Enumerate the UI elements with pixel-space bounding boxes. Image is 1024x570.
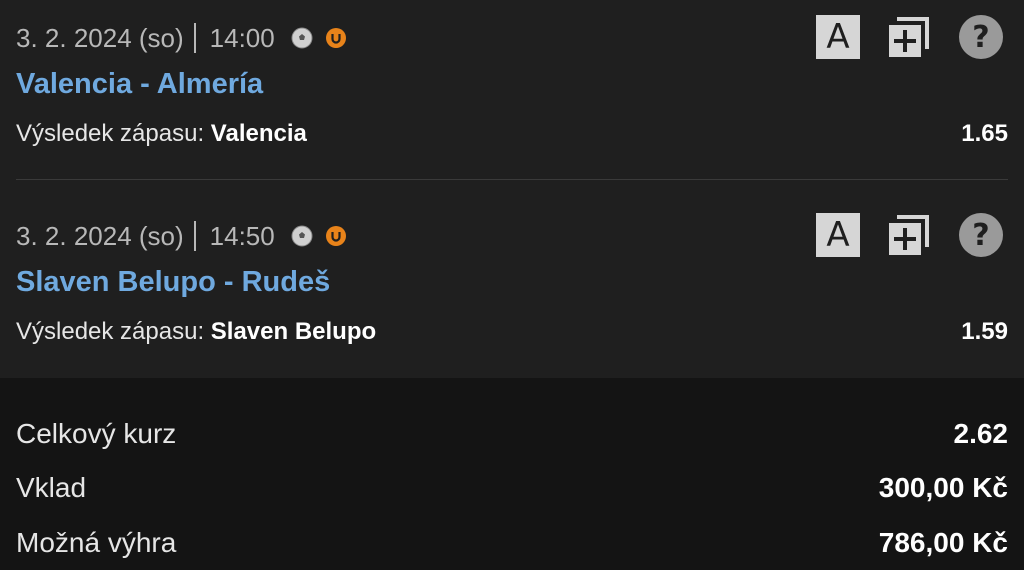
possible-win-label: Možná výhra xyxy=(16,527,177,558)
bet-date: 3. 2. 2024 (so) xyxy=(16,22,184,53)
soccer-ball-icon xyxy=(291,27,313,49)
bet-meta: 3. 2. 2024 (so) 14:00 xyxy=(16,20,347,56)
market-pick: Valencia xyxy=(210,120,307,147)
meta-separator xyxy=(193,23,196,53)
stake-label: Vklad xyxy=(16,472,87,503)
meta-separator xyxy=(193,221,196,251)
bet-odd: 1.59 xyxy=(961,318,1008,345)
soccer-ball-icon xyxy=(291,225,313,247)
add-copy-button[interactable] xyxy=(886,212,932,258)
help-icon: ? xyxy=(959,15,1003,59)
add-copy-icon xyxy=(889,17,929,57)
help-button[interactable]: ? xyxy=(958,212,1004,258)
live-badge-icon xyxy=(325,28,346,48)
market-line: Výsledek zápasu: Slaven Belupo xyxy=(16,318,376,346)
market-label: Výsledek zápasu: xyxy=(16,318,205,345)
slip-summary: Celkový kurz 2.62 Vklad 300,00 Kč Možná … xyxy=(0,378,1024,570)
add-copy-icon xyxy=(889,215,929,255)
market-pick: Slaven Belupo xyxy=(210,318,377,345)
stake-value: 300,00 Kč xyxy=(878,472,1008,503)
live-badge-icon xyxy=(325,226,346,246)
match-link[interactable]: Slaven Belupo - Rudeš xyxy=(16,266,330,299)
add-copy-button[interactable] xyxy=(886,14,932,60)
bet-time: 14:00 xyxy=(209,22,275,53)
letter-a-button[interactable]: A xyxy=(816,15,860,59)
possible-win-value: 786,00 Kč xyxy=(878,527,1008,558)
help-icon: ? xyxy=(959,213,1003,257)
bet-meta: 3. 2. 2024 (so) 14:50 xyxy=(16,218,347,254)
bet-slip: 3. 2. 2024 (so) 14:00 A ? Valencia - Alm… xyxy=(0,0,1024,570)
bet-divider xyxy=(16,179,1008,180)
bet-odd: 1.65 xyxy=(961,120,1008,147)
bet-item: 3. 2. 2024 (so) 14:00 A ? Valencia - Alm… xyxy=(0,0,1024,180)
letter-a-button[interactable]: A xyxy=(816,213,860,257)
market-line: Výsledek zápasu: Valencia xyxy=(16,120,307,148)
help-button[interactable]: ? xyxy=(958,14,1004,60)
svg-text:?: ? xyxy=(972,20,989,55)
bet-tools: A ? xyxy=(790,212,1004,258)
svg-text:?: ? xyxy=(972,218,989,253)
bet-list: 3. 2. 2024 (so) 14:00 A ? Valencia - Alm… xyxy=(0,0,1024,378)
bet-tools: A ? xyxy=(790,14,1004,60)
total-odds-label: Celkový kurz xyxy=(16,418,177,449)
total-odds-value: 2.62 xyxy=(953,418,1009,449)
possible-win-row: Možná výhra 786,00 Kč xyxy=(16,523,1008,563)
bet-time: 14:50 xyxy=(209,220,275,251)
bet-item: 3. 2. 2024 (so) 14:50 A ? Slaven Belupo … xyxy=(0,198,1024,378)
stake-row: Vklad 300,00 Kč xyxy=(16,468,1008,508)
total-odds-row: Celkový kurz 2.62 xyxy=(16,414,1008,454)
market-label: Výsledek zápasu: xyxy=(16,120,205,147)
match-link[interactable]: Valencia - Almería xyxy=(16,68,263,101)
bet-date: 3. 2. 2024 (so) xyxy=(16,220,184,251)
